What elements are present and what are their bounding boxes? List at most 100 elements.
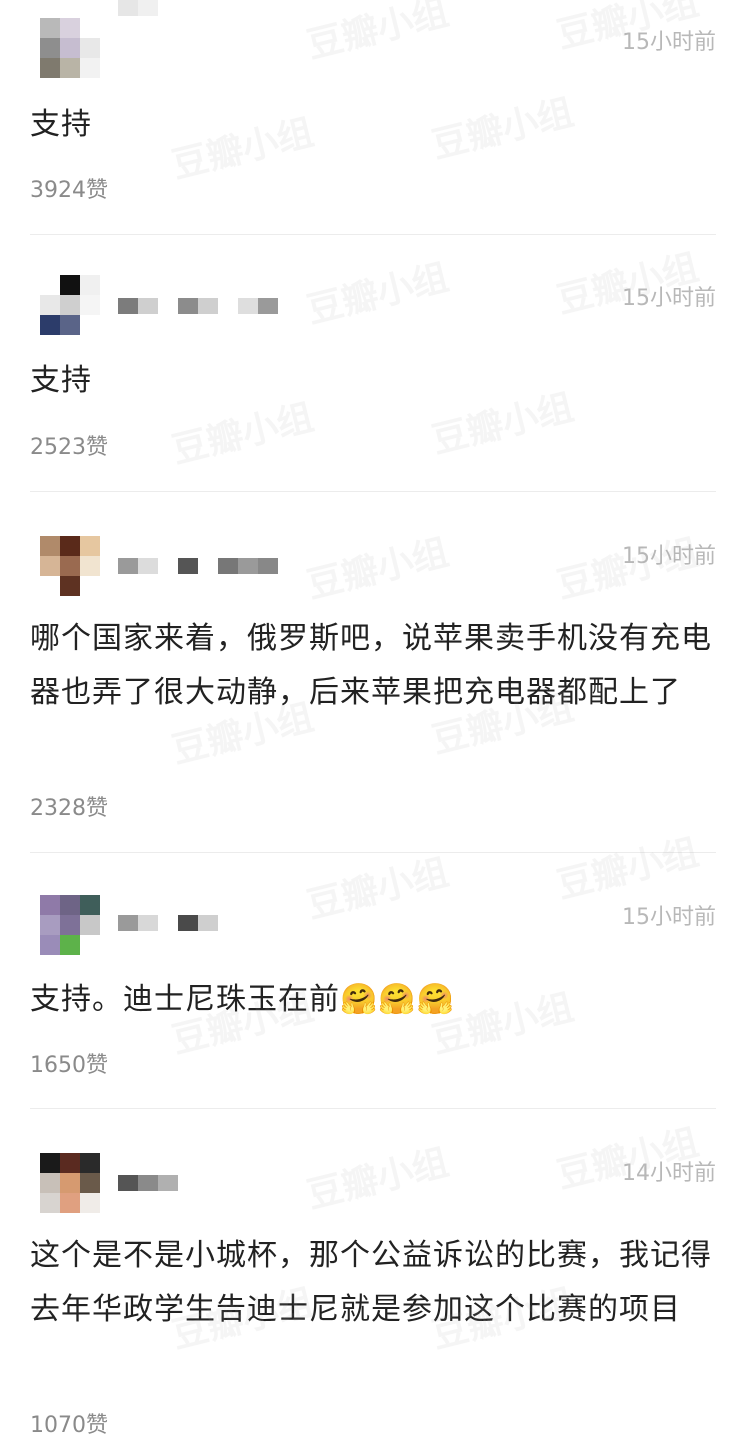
username-pixel [198,298,218,314]
avatar-pixel [60,18,80,38]
username[interactable] [118,558,278,574]
comment-item: 15小时前 支持。迪士尼珠玉在前🤗🤗🤗 1650赞 [0,853,746,1109]
avatar-pixel [60,38,80,58]
avatar-pixel [40,38,60,58]
avatar-pixel [60,315,80,335]
username-pixel [218,298,238,314]
username-pixel [118,1175,138,1191]
avatar-pixel [40,556,60,576]
avatar-pixel [80,38,100,58]
username-pixel [258,558,278,574]
avatar-pixel [40,18,60,38]
comment-text: 支持 [30,354,720,408]
like-count[interactable]: 1070赞 [30,1407,108,1439]
username[interactable] [118,915,238,931]
username-pixel [158,1175,178,1191]
avatar-pixel [60,295,80,315]
avatar-pixel [80,275,100,295]
username-pixel [118,915,138,931]
avatar-pixel [80,1153,100,1173]
avatar-pixel [60,1173,80,1193]
avatar-pixel [80,536,100,556]
username-pixel [138,298,158,314]
username-pixel [178,298,198,314]
comment-item: 15小时前 支持 3924赞 [0,0,746,235]
avatar-pixel [60,915,80,935]
username-pixel [158,298,178,314]
comment-text: 这个是不是小城杯，那个公益诉讼的比赛，我记得去年华政学生告迪士尼就是参加这个比赛… [30,1229,720,1337]
timestamp: 14小时前 [622,1161,716,1186]
comment-text-content: 哪个国家来着，俄罗斯吧，说苹果卖手机没有充电器也弄了很大动静，后来苹果把充电器都… [30,621,712,710]
username[interactable] [118,0,158,16]
username-pixel [118,0,138,16]
comment-item: 15小时前 支持 2523赞 [0,235,746,492]
avatar[interactable] [40,18,100,78]
like-count[interactable]: 2523赞 [30,429,108,461]
avatar-pixel [40,58,60,78]
avatar-pixel [40,915,60,935]
avatar-pixel [80,935,100,955]
avatar-pixel [40,1153,60,1173]
comment-item: 14小时前 这个是不是小城杯，那个公益诉讼的比赛，我记得去年华政学生告迪士尼就是… [0,1109,746,1450]
avatar-pixel [80,58,100,78]
username-pixel [178,558,198,574]
like-count[interactable]: 2328赞 [30,790,108,822]
username-pixel [158,915,178,931]
avatar[interactable] [40,1153,100,1213]
comment-text: 支持。迪士尼珠玉在前🤗🤗🤗 [30,973,720,1027]
comment-text: 哪个国家来着，俄罗斯吧，说苹果卖手机没有充电器也弄了很大动静，后来苹果把充电器都… [30,612,720,720]
comment-text: 支持 [30,98,720,152]
avatar-pixel [60,58,80,78]
username-pixel [138,558,158,574]
username-pixel [218,558,238,574]
avatar-pixel [80,295,100,315]
avatar-pixel [40,576,60,596]
comment-text-content: 支持。迪士尼珠玉在前 [30,982,340,1017]
avatar-pixel [60,556,80,576]
username-pixel [238,558,258,574]
avatar[interactable] [40,895,100,955]
avatar[interactable] [40,275,100,335]
avatar-pixel [60,935,80,955]
username-pixel [118,298,138,314]
avatar-pixel [60,1193,80,1213]
avatar-pixel [40,295,60,315]
like-count[interactable]: 1650赞 [30,1047,108,1079]
username-pixel [258,298,278,314]
username[interactable] [118,298,278,314]
timestamp: 15小时前 [622,30,716,55]
username-pixel [198,915,218,931]
avatar-pixel [80,915,100,935]
timestamp: 15小时前 [622,544,716,569]
avatar-pixel [80,1173,100,1193]
avatar-pixel [40,935,60,955]
timestamp: 15小时前 [622,905,716,930]
like-count[interactable]: 3924赞 [30,172,108,204]
avatar-pixel [40,1173,60,1193]
avatar-pixel [60,536,80,556]
avatar-pixel [40,895,60,915]
username-pixel [218,915,238,931]
username-pixel [138,1175,158,1191]
avatar-pixel [60,576,80,596]
avatar-pixel [40,275,60,295]
username-pixel [138,0,158,16]
avatar-pixel [40,1193,60,1213]
username-pixel [198,558,218,574]
avatar-pixel [60,1153,80,1173]
username-pixel [178,915,198,931]
username-pixel [138,915,158,931]
avatar-pixel [80,895,100,915]
avatar[interactable] [40,536,100,596]
avatar-pixel [80,315,100,335]
username[interactable] [118,1175,198,1191]
comment-feed: 15小时前 支持 3924赞 15小时前 支持 2523赞 15小时前 哪个国家… [0,0,746,1450]
avatar-pixel [40,536,60,556]
avatar-pixel [80,1193,100,1213]
username-pixel [178,1175,198,1191]
avatar-pixel [80,576,100,596]
username-pixel [238,298,258,314]
username-pixel [118,558,138,574]
timestamp: 15小时前 [622,286,716,311]
comment-item: 15小时前 哪个国家来着，俄罗斯吧，说苹果卖手机没有充电器也弄了很大动静，后来苹… [0,492,746,853]
